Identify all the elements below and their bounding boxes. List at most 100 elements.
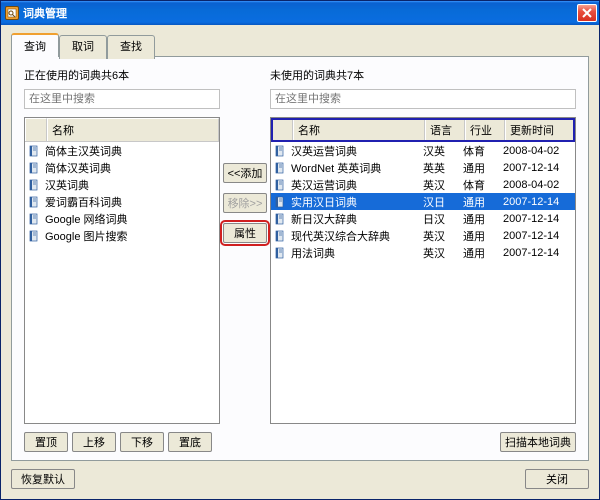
columns: 正在使用的词典共6本 名称 简体主汉英词典简体汉英词典汉英词典爱词霸百科词典Go…: [24, 67, 576, 424]
dict-icon: [27, 145, 41, 157]
dict-icon: [27, 196, 41, 208]
item-name: 用法词典: [291, 245, 423, 261]
dict-icon: [273, 230, 287, 242]
list-item[interactable]: 汉英词典: [25, 176, 219, 193]
unused-search: [270, 89, 576, 109]
tabstrip: 查询 取词 查找: [11, 33, 589, 57]
item-lang: 英汉: [423, 245, 463, 261]
item-industry: 通用: [463, 194, 503, 210]
tab-pick[interactable]: 取词: [59, 35, 107, 59]
tab-panel: 正在使用的词典共6本 名称 简体主汉英词典简体汉英词典汉英词典爱词霸百科词典Go…: [11, 56, 589, 461]
active-search-input[interactable]: [24, 89, 220, 109]
item-update: 2007-12-14: [503, 213, 573, 225]
item-industry: 体育: [463, 177, 503, 193]
close-dialog-button[interactable]: 关闭: [525, 469, 589, 489]
item-name: 实用汉日词典: [291, 194, 423, 210]
button-label: 置底: [179, 437, 201, 449]
button-label: 扫描本地词典: [505, 437, 571, 449]
list-item[interactable]: Google 网络词典: [25, 210, 219, 227]
tab-query[interactable]: 查询: [11, 33, 59, 57]
bottom-row: 置顶 上移 下移 置底 扫描本地词典: [24, 432, 576, 452]
close-button[interactable]: [577, 4, 597, 22]
app-icon: [5, 6, 19, 20]
list-item[interactable]: 英汉运营词典英汉体育2008-04-02: [271, 176, 575, 193]
active-list-rows: 简体主汉英词典简体汉英词典汉英词典爱词霸百科词典Google 网络词典Googl…: [25, 142, 219, 423]
bottom-button[interactable]: 置底: [168, 432, 212, 452]
scan-button[interactable]: 扫描本地词典: [500, 432, 576, 452]
active-list-header: 名称: [25, 118, 219, 142]
window-body: 查询 取词 查找 正在使用的词典共6本 名称 简体主汉英词典简体汉英词典汉: [1, 25, 599, 499]
item-industry: 通用: [463, 211, 503, 227]
add-button[interactable]: <<添加: [223, 163, 268, 183]
dict-icon: [273, 247, 287, 259]
up-button[interactable]: 上移: [72, 432, 116, 452]
button-label: 上移: [83, 437, 105, 449]
unused-search-input[interactable]: [270, 89, 576, 109]
item-name: 简体主汉英词典: [45, 143, 217, 159]
item-name: 现代英汉综合大辞典: [291, 228, 423, 244]
item-industry: 体育: [463, 143, 503, 159]
list-item[interactable]: 汉英运营词典汉英体育2008-04-02: [271, 142, 575, 159]
item-name: WordNet 英英词典: [291, 160, 423, 176]
list-item[interactable]: 简体主汉英词典: [25, 142, 219, 159]
titlebar: 词典管理: [1, 1, 599, 25]
item-lang: 英汉: [423, 177, 463, 193]
item-name: 汉英运营词典: [291, 143, 423, 159]
item-name: 英汉运营词典: [291, 177, 423, 193]
button-label: 置顶: [35, 437, 57, 449]
item-update: 2008-04-02: [503, 179, 573, 191]
list-item[interactable]: 用法词典英汉通用2007-12-14: [271, 244, 575, 261]
order-buttons: 置顶 上移 下移 置底: [24, 432, 212, 452]
list-item[interactable]: WordNet 英英词典英英通用2007-12-14: [271, 159, 575, 176]
item-update: 2007-12-14: [503, 230, 573, 242]
header-name[interactable]: 名称: [47, 118, 219, 141]
dict-icon: [273, 196, 287, 208]
active-search: [24, 89, 220, 109]
button-label: 关闭: [546, 474, 568, 486]
header-update[interactable]: 更新时间: [505, 118, 575, 141]
button-label: 移除>>: [228, 198, 263, 210]
item-update: 2007-12-14: [503, 247, 573, 259]
item-update: 2007-12-14: [503, 196, 573, 208]
dict-icon: [273, 179, 287, 191]
unused-dicts-label: 未使用的词典共7本: [270, 67, 576, 83]
list-item[interactable]: 新日汉大辞典日汉通用2007-12-14: [271, 210, 575, 227]
properties-button[interactable]: 属性: [223, 223, 267, 243]
header-icon-col[interactable]: [25, 118, 47, 141]
unused-dicts-col: 未使用的词典共7本 名称 语言 行业 更新时间 汉英运营词典汉英体育2008-0…: [270, 67, 576, 424]
item-name: 爱词霸百科词典: [45, 194, 217, 210]
top-button[interactable]: 置顶: [24, 432, 68, 452]
footer: 恢复默认 关闭: [11, 469, 589, 489]
header-industry[interactable]: 行业: [465, 118, 505, 141]
item-update: 2008-04-02: [503, 145, 573, 157]
item-lang: 日汉: [423, 211, 463, 227]
item-industry: 通用: [463, 245, 503, 261]
dict-icon: [27, 162, 41, 174]
window: 词典管理 查询 取词 查找 正在使用的词典共6本 名称: [0, 0, 600, 500]
unused-list[interactable]: 名称 语言 行业 更新时间 汉英运营词典汉英体育2008-04-02WordNe…: [270, 117, 576, 424]
active-list[interactable]: 名称 简体主汉英词典简体汉英词典汉英词典爱词霸百科词典Google 网络词典Go…: [24, 117, 220, 424]
dict-icon: [273, 145, 287, 157]
header-icon-col[interactable]: [271, 118, 293, 141]
list-item[interactable]: 现代英汉综合大辞典英汉通用2007-12-14: [271, 227, 575, 244]
list-item[interactable]: 简体汉英词典: [25, 159, 219, 176]
item-update: 2007-12-14: [503, 162, 573, 174]
restore-defaults-button[interactable]: 恢复默认: [11, 469, 75, 489]
dict-icon: [27, 230, 41, 242]
button-label: 恢复默认: [21, 474, 65, 486]
tab-label: 查找: [120, 41, 142, 53]
list-item[interactable]: 实用汉日词典汉日通用2007-12-14: [271, 193, 575, 210]
item-name: Google 图片搜索: [45, 228, 217, 244]
button-label: <<添加: [228, 168, 263, 180]
header-name[interactable]: 名称: [293, 118, 425, 141]
item-lang: 汉英: [423, 143, 463, 159]
header-lang[interactable]: 语言: [425, 118, 465, 141]
remove-button[interactable]: 移除>>: [223, 193, 268, 213]
tab-label: 取词: [72, 41, 94, 53]
dict-icon: [27, 213, 41, 225]
tab-find[interactable]: 查找: [107, 35, 155, 59]
active-dicts-col: 正在使用的词典共6本 名称 简体主汉英词典简体汉英词典汉英词典爱词霸百科词典Go…: [24, 67, 220, 424]
list-item[interactable]: 爱词霸百科词典: [25, 193, 219, 210]
list-item[interactable]: Google 图片搜索: [25, 227, 219, 244]
down-button[interactable]: 下移: [120, 432, 164, 452]
